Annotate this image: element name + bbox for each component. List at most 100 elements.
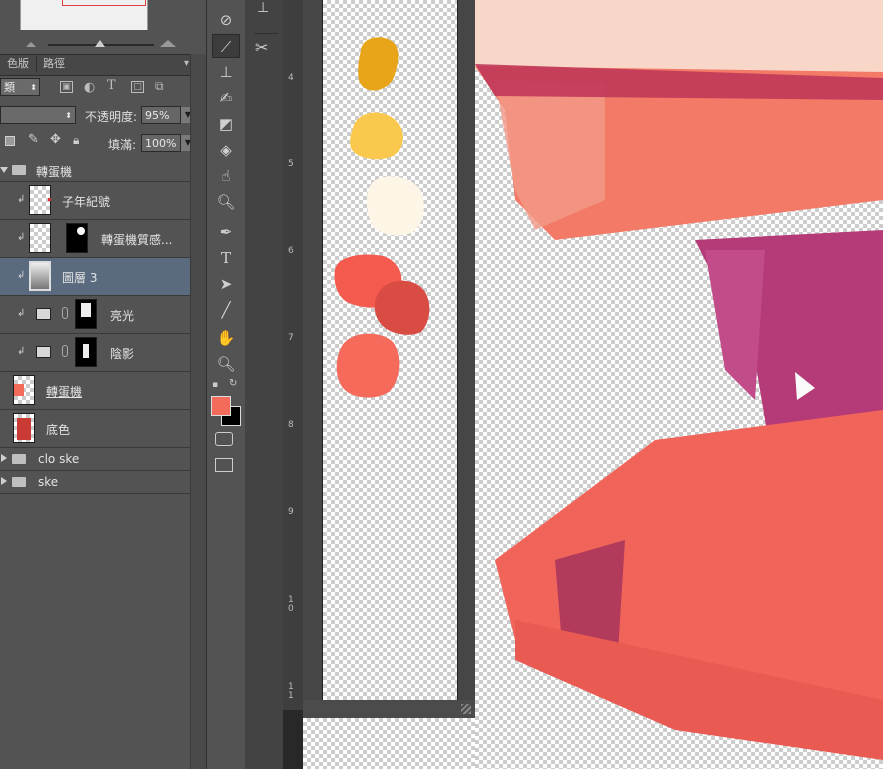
eraser-icon[interactable]: ◩	[212, 112, 240, 136]
opacity-input[interactable]: 95%	[141, 106, 181, 124]
clip-arrow-icon: ↲	[17, 232, 26, 243]
color-swatches	[334, 37, 430, 398]
artwork-canvas[interactable]	[475, 0, 883, 769]
zoom-in-icon[interactable]	[160, 40, 176, 47]
collapse-triangle-icon[interactable]	[1, 477, 7, 485]
dodge-icon[interactable]: 🔍︎	[212, 190, 240, 214]
ruler-label: 10	[288, 595, 294, 614]
resize-grip-icon[interactable]	[461, 704, 471, 714]
fill-label: 填滿:	[108, 138, 137, 152]
adjustment-icon	[36, 308, 51, 320]
zoom-slider-thumb[interactable]	[95, 40, 105, 47]
filter-shape-icon[interactable]: □	[131, 81, 144, 93]
layer-row[interactable]: 底色	[0, 410, 190, 448]
tab-channels[interactable]: 色版	[7, 56, 29, 72]
swap-colors-icon[interactable]: ↻	[229, 378, 237, 389]
layer-thumbnail	[29, 223, 51, 253]
layer-row[interactable]: ↲ 陰影	[0, 334, 190, 372]
layer-name: 底色	[46, 423, 71, 437]
ruler-label: 6	[288, 246, 294, 256]
panel-scrollbar[interactable]	[190, 54, 207, 769]
layer-group-row[interactable]: ske	[0, 471, 190, 494]
clip-arrow-icon: ↲	[17, 194, 26, 205]
history-brush-icon[interactable]: ✍	[212, 86, 240, 110]
swatch-salmon	[336, 333, 400, 398]
foreground-color-swatch[interactable]	[211, 396, 231, 416]
line-icon[interactable]: ╱	[212, 298, 240, 322]
path-select-icon[interactable]: ➤	[212, 272, 240, 296]
type-icon[interactable]: T	[212, 246, 240, 270]
ruler-label: 7	[288, 333, 294, 343]
layer-row[interactable]: ↲ 轉蛋機質感...	[0, 220, 190, 258]
secondary-panel-dock: ⊥ ✂	[245, 0, 283, 769]
zoom-icon[interactable]: 🔍︎	[212, 352, 240, 376]
hand-icon[interactable]: ✋	[212, 326, 240, 350]
screen-mode-icon[interactable]	[215, 458, 233, 472]
ruler-label: 5	[288, 159, 294, 169]
layer-row[interactable]: 轉蛋機	[0, 372, 190, 410]
clip-arrow-icon: ↲	[17, 308, 26, 319]
layer-name: ske	[38, 475, 59, 489]
tab-paths[interactable]: 路徑	[43, 56, 65, 72]
filter-smart-icon[interactable]: ⧉	[155, 79, 164, 94]
zoom-out-icon[interactable]	[26, 42, 36, 47]
tab-divider	[36, 56, 37, 72]
spot-heal-icon[interactable]: ⊘	[212, 8, 240, 32]
layer-name: 圖層 3	[62, 271, 98, 285]
layer-mask-thumbnail	[75, 337, 97, 367]
kind-filter-select[interactable]: 類 ⬍	[0, 78, 40, 96]
lock-transparent-icon[interactable]	[5, 136, 15, 146]
clip-arrow-icon: ↲	[17, 270, 26, 281]
layer-group-row[interactable]: clo ske	[0, 448, 190, 471]
blend-mode-select[interactable]: ⬍	[0, 106, 76, 124]
stamp-icon[interactable]: ⊥	[212, 60, 240, 84]
clip-arrow-icon: ↲	[17, 346, 26, 357]
pen-icon[interactable]: ✒	[212, 220, 240, 244]
expand-triangle-icon[interactable]	[0, 167, 8, 173]
blur-icon[interactable]: ☝	[212, 164, 240, 188]
filter-type-icon[interactable]: T	[107, 78, 116, 93]
default-colors-icon[interactable]: ▪	[212, 380, 218, 390]
folder-icon	[12, 477, 26, 487]
brush-icon[interactable]: ⟋	[212, 34, 240, 58]
folder-icon	[12, 165, 26, 175]
layer-name: 陰影	[110, 347, 135, 361]
collapse-triangle-icon[interactable]	[1, 454, 7, 462]
layer-thumbnail	[29, 261, 51, 291]
layer-row[interactable]: ↲ 子年紀號	[0, 182, 190, 220]
layer-group-row[interactable]: 轉蛋機	[0, 158, 190, 182]
swatch-light-yellow	[350, 112, 403, 160]
layer-row[interactable]: ↲ 亮光	[0, 296, 190, 334]
document-status-bar	[303, 700, 475, 718]
filter-pixel-icon[interactable]: ▣	[60, 81, 73, 93]
swatch-cream	[366, 176, 424, 236]
lock-all-icon[interactable]: 🔒︎	[73, 133, 79, 148]
lock-pixels-icon[interactable]: ✎	[28, 132, 39, 147]
lock-position-icon[interactable]: ✥	[50, 132, 61, 147]
swatch-yellow	[358, 37, 399, 91]
layer-name: 轉蛋機質感...	[101, 233, 173, 247]
link-icon[interactable]	[62, 345, 68, 357]
filter-adjust-icon[interactable]: ◐	[84, 80, 95, 95]
layer-thumbnail	[13, 413, 35, 443]
brush-settings-icon[interactable]: ✂	[255, 38, 268, 57]
layer-name: 子年紀號	[62, 195, 111, 209]
chevron-updown-icon: ⬍	[65, 111, 72, 120]
artwork-illustration	[475, 0, 883, 760]
layer-row-selected[interactable]: ↲ 圖層 3	[0, 258, 190, 296]
opacity-label: 不透明度:	[85, 110, 138, 124]
layer-mask-thumbnail	[75, 299, 97, 329]
tool-presets-icon[interactable]: ⊥	[257, 0, 269, 16]
navigator-view-box[interactable]	[62, 0, 146, 6]
ruler-label: 9	[288, 507, 294, 517]
palette-canvas[interactable]	[322, 0, 458, 701]
ruler-label: 8	[288, 420, 294, 430]
ruler-label: 11	[288, 682, 294, 701]
bucket-icon[interactable]: ◈	[212, 138, 240, 162]
link-icon[interactable]	[62, 307, 68, 319]
tools-panel: ⊘ ⟋ ⊥ ✍ ◩ ◈ ☝ 🔍︎ ✒ T ➤ ╱ ✋ 🔍︎ ▪ ↻	[206, 0, 246, 769]
layer-name: 轉蛋機	[36, 165, 73, 179]
quick-mask-icon[interactable]	[215, 432, 233, 446]
kind-filter-label: 類	[4, 81, 15, 94]
fill-input[interactable]: 100%	[141, 134, 181, 152]
